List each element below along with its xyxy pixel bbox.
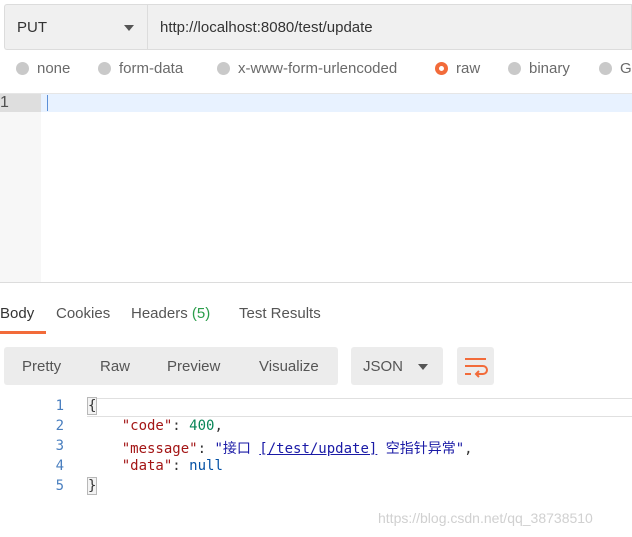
code-text: "message": "接口 [/test/update] 空指针异常", bbox=[121, 441, 473, 457]
chevron-down-icon bbox=[124, 25, 134, 31]
json-string-link[interactable]: [/test/update] bbox=[259, 441, 377, 457]
line-number: 1 bbox=[0, 94, 9, 111]
radio-x-www-form-urlencoded[interactable]: x-www-form-urlencoded bbox=[217, 60, 397, 77]
current-line-highlight bbox=[87, 398, 632, 417]
radio-label: raw bbox=[456, 60, 481, 77]
request-body-editor[interactable]: 1 bbox=[0, 93, 632, 283]
close-brace: } bbox=[86, 477, 98, 495]
radio-dot-icon bbox=[16, 62, 29, 75]
url-text: http://localhost:8080/test/update bbox=[160, 19, 373, 36]
radio-label: G bbox=[620, 60, 632, 77]
code-text: "code": 400, bbox=[121, 418, 223, 434]
code-line: 2 "code": 400, bbox=[0, 418, 632, 438]
tab-cookies[interactable]: Cookies bbox=[56, 305, 110, 322]
json-key: "message" bbox=[121, 441, 198, 457]
radio-none[interactable]: none bbox=[16, 60, 70, 77]
open-brace: { bbox=[86, 397, 98, 415]
active-line bbox=[0, 94, 632, 112]
code-line: 4 "data": null bbox=[0, 458, 632, 478]
format-select[interactable]: JSON bbox=[351, 347, 443, 385]
active-tab-underline bbox=[0, 331, 46, 334]
code-line: 1 { bbox=[0, 397, 632, 418]
code-text: "data": null bbox=[121, 458, 223, 474]
radio-label: binary bbox=[529, 60, 570, 77]
code-line: 5 } bbox=[0, 477, 632, 498]
line-number: 1 bbox=[55, 398, 64, 414]
wrap-lines-button[interactable] bbox=[457, 347, 494, 385]
json-key: "code" bbox=[121, 418, 173, 434]
radio-graphql[interactable]: G bbox=[599, 60, 632, 77]
line-number: 3 bbox=[55, 438, 64, 454]
view-raw-button[interactable]: Raw bbox=[100, 358, 130, 375]
json-key: "data" bbox=[121, 458, 173, 474]
headers-count-badge: (5) bbox=[191, 305, 211, 322]
tab-headers[interactable]: Headers (5) bbox=[131, 305, 210, 322]
line-number: 4 bbox=[55, 458, 64, 474]
watermark: https://blog.csdn.net/qq_38738510 bbox=[378, 510, 593, 526]
json-number: 400 bbox=[189, 418, 215, 434]
radio-dot-icon bbox=[217, 62, 230, 75]
radio-label: none bbox=[37, 60, 71, 77]
code-text: } bbox=[86, 477, 98, 495]
wrap-lines-icon bbox=[465, 358, 488, 378]
body-type-radios: none form-data x-www-form-urlencoded raw… bbox=[0, 58, 632, 86]
json-null: null bbox=[189, 458, 223, 474]
tab-headers-label: Headers bbox=[131, 305, 188, 322]
method-select[interactable]: PUT bbox=[4, 4, 147, 50]
editor-gutter bbox=[0, 94, 41, 283]
format-label: JSON bbox=[363, 358, 404, 375]
chevron-down-icon bbox=[418, 364, 428, 370]
radio-dot-icon bbox=[508, 62, 521, 75]
radio-label: x-www-form-urlencoded bbox=[238, 60, 398, 77]
view-pretty-button[interactable]: Pretty bbox=[22, 358, 61, 375]
radio-label: form-data bbox=[119, 60, 184, 77]
url-input[interactable]: http://localhost:8080/test/update bbox=[147, 4, 632, 50]
response-body: 1 { 2 "code": 400, 3 "message": "接口 [/te… bbox=[0, 397, 632, 508]
code-text: { bbox=[86, 397, 98, 415]
request-bar: PUT http://localhost:8080/test/update bbox=[0, 0, 632, 58]
radio-raw[interactable]: raw bbox=[435, 60, 480, 77]
radio-dot-icon bbox=[98, 62, 111, 75]
code-line: 3 "message": "接口 [/test/update] 空指针异常", bbox=[0, 438, 632, 458]
radio-selected-icon bbox=[435, 62, 448, 75]
radio-form-data[interactable]: form-data bbox=[98, 60, 183, 77]
view-preview-button[interactable]: Preview bbox=[167, 358, 220, 375]
json-string-prefix: "接口 bbox=[214, 441, 260, 457]
line-number: 2 bbox=[55, 418, 64, 434]
line-number: 5 bbox=[55, 478, 64, 494]
text-cursor bbox=[47, 95, 48, 111]
view-visualize-button[interactable]: Visualize bbox=[259, 358, 319, 375]
json-string-suffix: 空指针异常" bbox=[377, 441, 465, 457]
view-mode-toolbar: Pretty Raw Preview Visualize bbox=[4, 347, 338, 385]
tab-body[interactable]: Body bbox=[0, 305, 34, 322]
method-label: PUT bbox=[17, 19, 47, 36]
tab-test-results[interactable]: Test Results bbox=[239, 305, 321, 322]
radio-binary[interactable]: binary bbox=[508, 60, 570, 77]
radio-dot-icon bbox=[599, 62, 612, 75]
response-tabs: Body Cookies Headers (5) Test Results bbox=[0, 283, 632, 333]
